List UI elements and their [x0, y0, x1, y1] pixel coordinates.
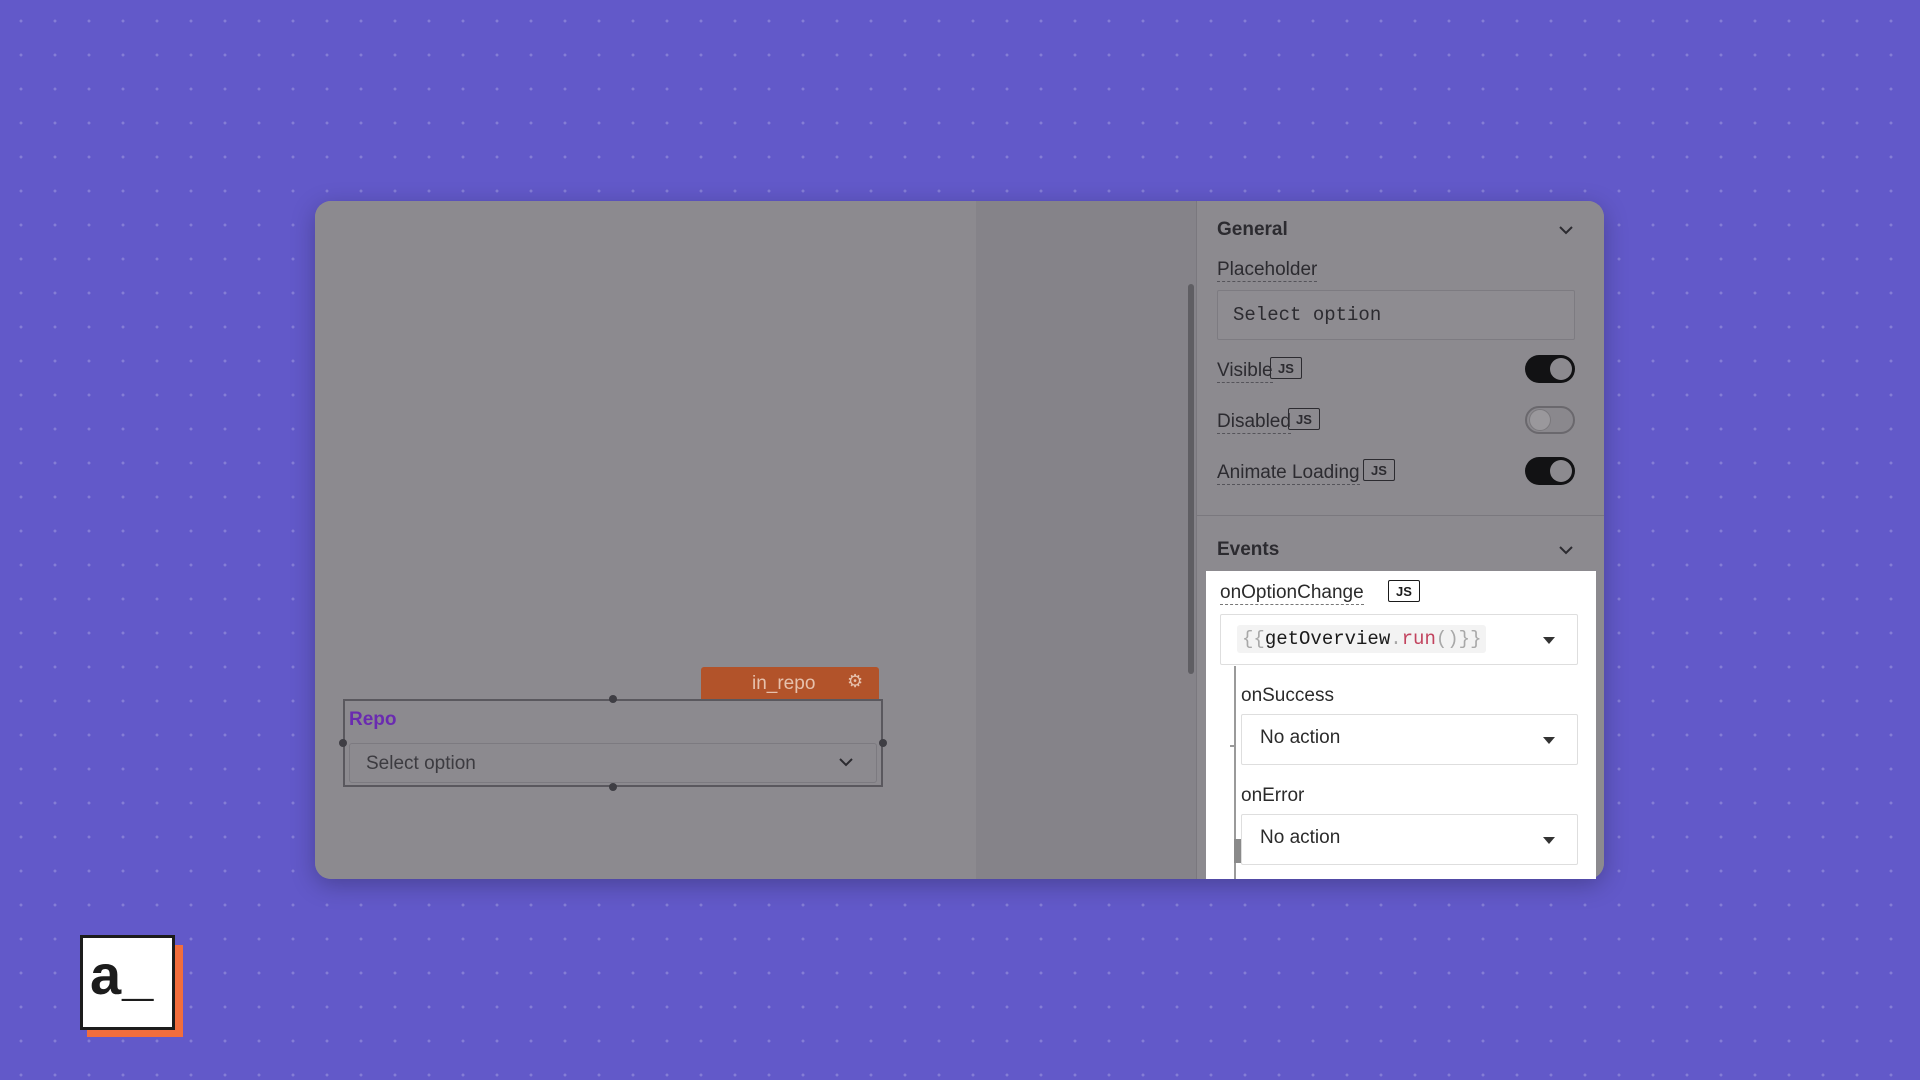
on-success-value: No action: [1260, 727, 1341, 748]
section-divider: [1197, 515, 1604, 516]
code-dot: .: [1390, 628, 1402, 650]
on-success-label: onSuccess: [1241, 685, 1334, 706]
disabled-label: Disabled: [1217, 411, 1291, 434]
chevron-down-icon[interactable]: [1557, 221, 1575, 239]
app-logo: a_: [80, 935, 175, 1030]
widget-name-tag[interactable]: in_repo ⚙: [701, 667, 879, 699]
resize-handle-left[interactable]: [339, 739, 347, 747]
animate-loading-toggle[interactable]: [1525, 457, 1575, 485]
resize-handle-top[interactable]: [609, 695, 617, 703]
placeholder-input[interactable]: Select option: [1217, 290, 1575, 340]
general-section-title[interactable]: General: [1217, 219, 1288, 241]
select-widget[interactable]: Repo Select option: [343, 699, 883, 787]
disabled-toggle[interactable]: [1525, 406, 1575, 434]
widget-select-placeholder: Select option: [366, 753, 476, 774]
resize-handle-right[interactable]: [879, 739, 887, 747]
on-option-change-code-field[interactable]: {{getOverview. run()}}: [1220, 614, 1578, 665]
canvas-column: [976, 201, 1196, 879]
placeholder-label: Placeholder: [1217, 259, 1318, 282]
caret-down-icon: [1543, 737, 1555, 744]
scrollbar[interactable]: [1188, 284, 1194, 674]
disabled-js-toggle[interactable]: JS: [1288, 408, 1320, 430]
code-binding: {{getOverview. run()}}: [1237, 625, 1487, 653]
on-error-label: onError: [1241, 785, 1305, 806]
widget-select-dropdown[interactable]: Select option: [349, 743, 877, 783]
caret-down-icon[interactable]: [1543, 637, 1555, 644]
code-identifier: getOverview: [1264, 628, 1391, 650]
toggle-knob: [1550, 358, 1572, 380]
visible-label: Visible: [1217, 360, 1273, 383]
animate-loading-js-toggle[interactable]: JS: [1363, 459, 1395, 481]
widget-name-label: in_repo: [752, 673, 816, 694]
resize-handle-bottom[interactable]: [609, 783, 617, 791]
gear-icon[interactable]: ⚙: [847, 671, 863, 692]
placeholder-input-value: Select option: [1233, 304, 1382, 326]
visible-toggle[interactable]: [1525, 355, 1575, 383]
code-close-brace: ()}}: [1435, 628, 1482, 650]
toggle-knob: [1550, 460, 1572, 482]
visible-js-toggle[interactable]: JS: [1270, 357, 1302, 379]
toggle-knob: [1529, 409, 1551, 431]
code-open-brace: {{: [1242, 628, 1265, 650]
on-option-change-label: onOptionChange: [1220, 582, 1364, 605]
on-error-dropdown[interactable]: No action: [1241, 814, 1578, 865]
events-highlight: onOptionChange JS {{getOverview. run()}} …: [1206, 571, 1596, 879]
code-function: run: [1401, 628, 1436, 650]
tree-connector: [1230, 745, 1236, 747]
on-success-dropdown[interactable]: No action: [1241, 714, 1578, 765]
events-section-title[interactable]: Events: [1217, 539, 1279, 561]
logo-text: a_: [90, 943, 155, 1006]
widget-label: Repo: [349, 709, 397, 730]
chevron-down-icon[interactable]: [1557, 541, 1575, 559]
on-option-change-js-toggle[interactable]: JS: [1388, 580, 1420, 602]
on-error-value: No action: [1260, 827, 1341, 848]
animate-loading-label: Animate Loading: [1217, 462, 1360, 485]
chevron-down-icon: [839, 758, 853, 767]
caret-down-icon: [1543, 837, 1555, 844]
